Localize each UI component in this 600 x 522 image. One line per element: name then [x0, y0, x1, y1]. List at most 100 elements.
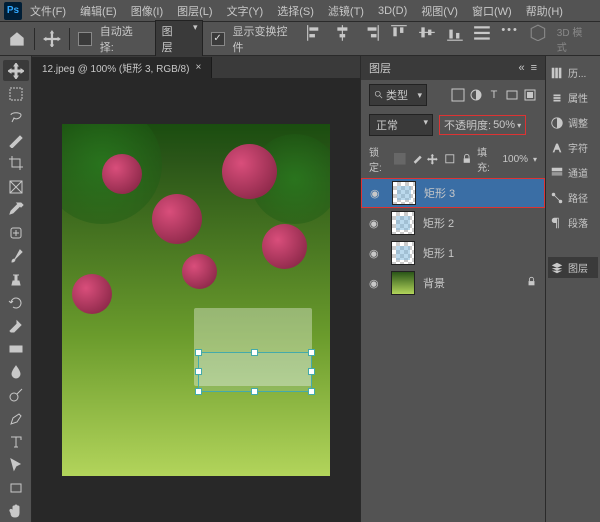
transform-handle[interactable]	[251, 349, 258, 356]
dock-properties[interactable]: 属性	[548, 87, 598, 108]
visibility-toggle-icon[interactable]: ◉	[370, 187, 384, 200]
filter-type-dropdown[interactable]: 类型	[369, 84, 427, 106]
opacity-control[interactable]: 不透明度: 50% ▾	[439, 115, 526, 135]
layer-name[interactable]: 矩形 3	[424, 185, 455, 201]
canvas[interactable]	[62, 124, 330, 476]
layer-item[interactable]: ◉ 矩形 1	[361, 238, 545, 268]
menu-window[interactable]: 窗口(W)	[466, 1, 518, 21]
filter-shape-icon[interactable]	[505, 88, 519, 102]
align-right-icon[interactable]	[362, 24, 380, 42]
lock-artboard-icon[interactable]	[444, 153, 456, 166]
brush-tool[interactable]	[3, 246, 29, 267]
dock-paragraph[interactable]: 段落	[548, 212, 598, 233]
visibility-toggle-icon[interactable]: ◉	[369, 277, 383, 290]
auto-select-target-dropdown[interactable]: 图层	[155, 20, 203, 58]
filter-pixel-icon[interactable]	[451, 88, 465, 102]
auto-select-checkbox[interactable]	[78, 32, 92, 46]
eraser-tool[interactable]	[3, 315, 29, 336]
blend-mode-dropdown[interactable]: 正常	[369, 114, 433, 136]
move-tool[interactable]	[3, 60, 29, 81]
menu-3d[interactable]: 3D(D)	[372, 3, 413, 19]
transform-handle[interactable]	[251, 388, 258, 395]
transform-bounding-box[interactable]	[198, 352, 312, 392]
magic-wand-tool[interactable]	[3, 130, 29, 151]
layer-thumbnail[interactable]	[392, 181, 416, 205]
align-bottom-icon[interactable]	[446, 24, 464, 42]
healing-brush-tool[interactable]	[3, 222, 29, 243]
align-center-h-icon[interactable]	[334, 24, 352, 42]
layer-item[interactable]: ◉ 背景	[361, 268, 545, 298]
show-transform-checkbox[interactable]	[211, 32, 225, 46]
layer-thumbnail[interactable]	[391, 211, 415, 235]
menu-type[interactable]: 文字(Y)	[221, 1, 270, 21]
3d-mode-icon[interactable]	[529, 24, 547, 42]
home-icon[interactable]	[8, 30, 26, 48]
panel-collapse-icon[interactable]: «	[518, 62, 524, 74]
layer-name[interactable]: 背景	[423, 275, 445, 291]
layer-thumbnail[interactable]	[391, 241, 415, 265]
clone-stamp-tool[interactable]	[3, 269, 29, 290]
transform-handle[interactable]	[195, 388, 202, 395]
filter-adjustment-icon[interactable]	[469, 88, 483, 102]
dodge-tool[interactable]	[3, 385, 29, 406]
layer-thumbnail[interactable]	[391, 271, 415, 295]
distribute-icon[interactable]	[473, 24, 491, 42]
visibility-toggle-icon[interactable]: ◉	[369, 247, 383, 260]
blur-tool[interactable]	[3, 362, 29, 383]
menu-edit[interactable]: 编辑(E)	[74, 1, 123, 21]
lock-transparency-icon[interactable]	[394, 153, 406, 166]
chevron-down-icon[interactable]: ▾	[517, 121, 521, 130]
dock-channels[interactable]: 通道	[548, 162, 598, 183]
dock-history[interactable]: 历...	[548, 62, 598, 83]
menu-layer[interactable]: 图层(L)	[171, 1, 218, 21]
dock-adjustments[interactable]: 调整	[548, 112, 598, 133]
menu-image[interactable]: 图像(I)	[125, 1, 169, 21]
crop-tool[interactable]	[3, 153, 29, 174]
dock-layers[interactable]: 图层	[548, 257, 598, 278]
canvas-viewport[interactable]	[32, 78, 360, 522]
transform-handle[interactable]	[308, 388, 315, 395]
rectangle-tool[interactable]	[3, 478, 29, 499]
eyedropper-tool[interactable]	[3, 199, 29, 220]
lock-icon[interactable]	[526, 276, 537, 290]
more-options-icon[interactable]: •••	[501, 24, 519, 54]
transform-handle[interactable]	[308, 349, 315, 356]
transform-handle[interactable]	[195, 368, 202, 375]
document-tab[interactable]: 12.jpeg @ 100% (矩形 3, RGB/8) ×	[32, 57, 212, 78]
transform-handle[interactable]	[195, 349, 202, 356]
filter-smart-icon[interactable]	[523, 88, 537, 102]
pen-tool[interactable]	[3, 408, 29, 429]
visibility-toggle-icon[interactable]: ◉	[369, 217, 383, 230]
lasso-tool[interactable]	[3, 106, 29, 127]
menu-select[interactable]: 选择(S)	[271, 1, 320, 21]
frame-tool[interactable]	[3, 176, 29, 197]
menu-view[interactable]: 视图(V)	[415, 1, 464, 21]
menu-file[interactable]: 文件(F)	[24, 1, 72, 21]
chevron-down-icon[interactable]: ▾	[533, 155, 537, 164]
align-left-icon[interactable]	[306, 24, 324, 42]
layer-item[interactable]: ◉ 矩形 3	[361, 178, 545, 208]
align-top-icon[interactable]	[390, 24, 408, 42]
layer-name[interactable]: 矩形 2	[423, 215, 454, 231]
lock-paint-icon[interactable]	[411, 153, 423, 166]
panel-menu-icon[interactable]: ≡	[531, 62, 537, 74]
menu-filter[interactable]: 滤镜(T)	[322, 1, 370, 21]
align-middle-icon[interactable]	[418, 24, 436, 42]
dock-character[interactable]: 字符	[548, 137, 598, 158]
layer-name[interactable]: 矩形 1	[423, 245, 454, 261]
opacity-value[interactable]: 50%	[493, 119, 515, 131]
history-brush-tool[interactable]	[3, 292, 29, 313]
lock-position-icon[interactable]	[427, 153, 439, 166]
dock-paths[interactable]: 路径	[548, 187, 598, 208]
gradient-tool[interactable]	[3, 338, 29, 359]
marquee-tool[interactable]	[3, 83, 29, 104]
menu-help[interactable]: 帮助(H)	[520, 1, 569, 21]
path-selection-tool[interactable]	[3, 454, 29, 475]
fill-value[interactable]: 100%	[502, 154, 528, 165]
lock-all-icon[interactable]	[461, 153, 473, 166]
filter-type-icon[interactable]: T	[487, 88, 501, 102]
hand-tool[interactable]	[3, 501, 29, 522]
close-tab-icon[interactable]: ×	[195, 62, 201, 73]
transform-handle[interactable]	[308, 368, 315, 375]
layer-item[interactable]: ◉ 矩形 2	[361, 208, 545, 238]
